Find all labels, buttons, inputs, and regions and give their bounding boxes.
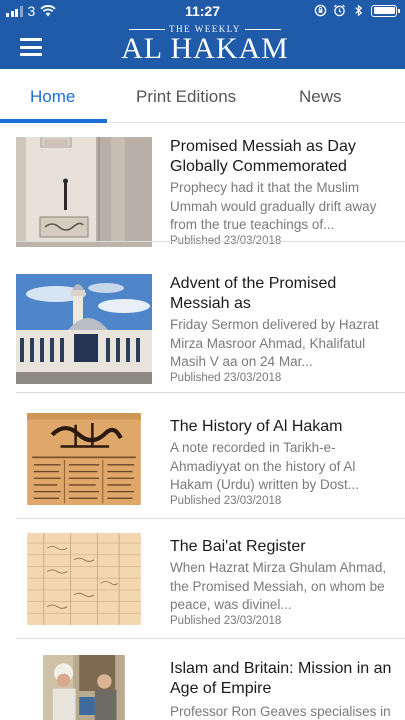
article-excerpt: A note recorded in Tarikh-e-Ahmadiyyat o…: [170, 440, 360, 492]
tab-print-editions[interactable]: Print Editions: [136, 87, 236, 107]
article-excerpt: When Hazrat Mirza Ghulam Ahmad, the Prom…: [170, 560, 387, 612]
menu-button[interactable]: [20, 38, 42, 56]
app-header: 3 11:27 THE WEEKLY AL HAKAM: [0, 0, 405, 69]
article-thumbnail[interactable]: [16, 533, 152, 625]
rotation-lock-icon: [314, 4, 327, 17]
article-thumbnail[interactable]: [16, 274, 152, 384]
article-title[interactable]: Advent of the Promised Messiah as: [170, 274, 395, 314]
logo-title: AL HAKAM: [121, 32, 289, 65]
divider: [16, 392, 405, 393]
tab-home[interactable]: Home: [30, 87, 75, 107]
alarm-icon: [333, 4, 346, 17]
battery-icon: [371, 4, 400, 17]
article-thumbnail[interactable]: [16, 137, 152, 247]
article-item[interactable]: The Bai'at Register When Hazrat Mirza Gh…: [0, 519, 405, 639]
article-date: Published 23/03/2018: [170, 372, 282, 384]
article-date: Published 23/03/2018: [170, 495, 282, 507]
article-excerpt: Professor Ron Geaves specialises in the …: [170, 704, 391, 719]
status-bar: 3 11:27: [0, 0, 405, 22]
hamburger-icon: [20, 38, 42, 41]
article-title[interactable]: Islam and Britain: Mission in an Age of …: [170, 659, 395, 699]
article-thumbnail[interactable]: [16, 655, 152, 720]
tab-news[interactable]: News: [299, 87, 342, 107]
logo-subtitle: THE WEEKLY: [120, 24, 290, 34]
divider: [16, 241, 405, 242]
article-title[interactable]: The History of Al Hakam: [170, 417, 395, 437]
bluetooth-icon: [355, 4, 363, 17]
article-date: Published 23/03/2018: [170, 615, 282, 627]
article-item[interactable]: The History of Al Hakam A note recorded …: [0, 399, 405, 519]
article-excerpt: Friday Sermon delivered by Hazrat Mirza …: [170, 317, 379, 369]
article-item[interactable]: Promised Messiah as Day Globally Commemo…: [0, 123, 405, 247]
article-title[interactable]: The Bai'at Register: [170, 537, 395, 557]
tab-bar: Home Print Editions News: [0, 69, 405, 123]
article-excerpt: Prophecy had it that the Muslim Ummah wo…: [170, 180, 377, 232]
article-title[interactable]: Promised Messiah as Day Globally Commemo…: [170, 137, 395, 177]
article-thumbnail[interactable]: [16, 413, 152, 505]
article-item[interactable]: Advent of the Promised Messiah as Friday…: [0, 260, 405, 393]
article-item[interactable]: Islam and Britain: Mission in an Age of …: [0, 639, 405, 720]
app-logo: THE WEEKLY AL HAKAM: [120, 23, 290, 67]
